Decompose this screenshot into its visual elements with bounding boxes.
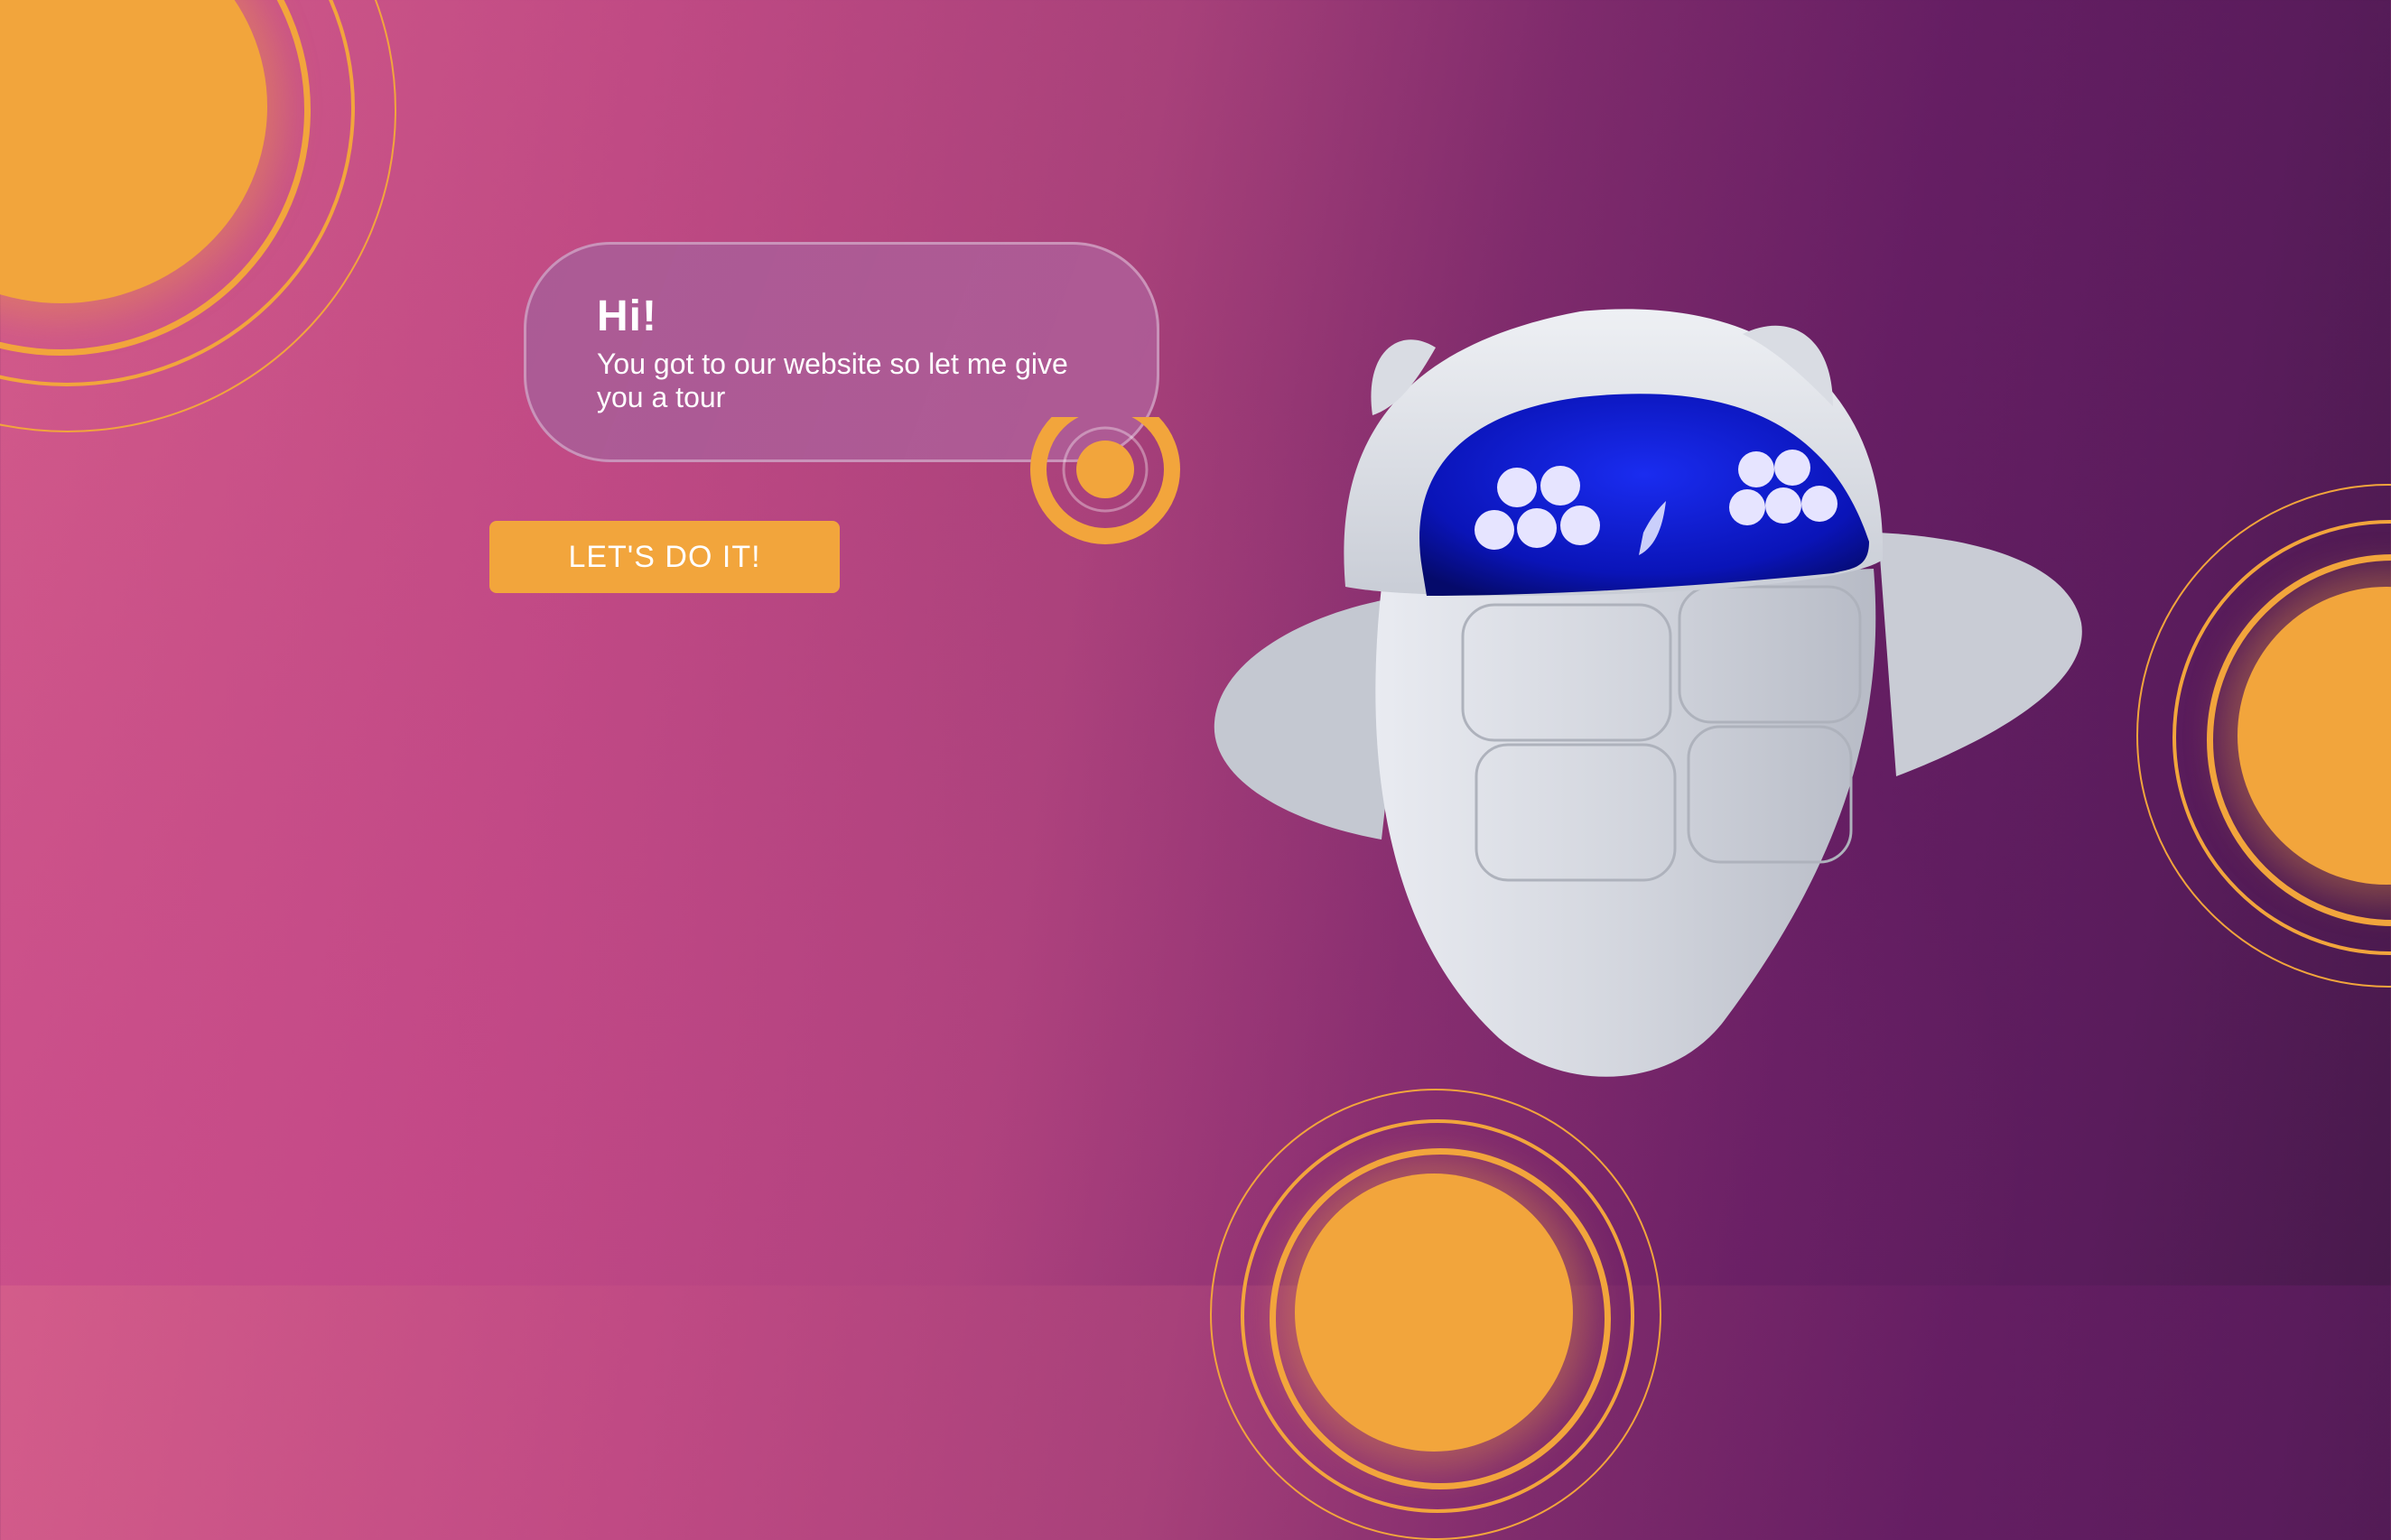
greeting-message: You got to our website so let me give yo… [597, 348, 1068, 413]
speech-bubble-tail-icon [1030, 417, 1180, 544]
lets-do-it-button[interactable]: LET'S DO IT! [489, 521, 840, 593]
robot-mascot-icon [1214, 309, 2082, 1077]
greeting-title: Hi! [597, 292, 657, 340]
